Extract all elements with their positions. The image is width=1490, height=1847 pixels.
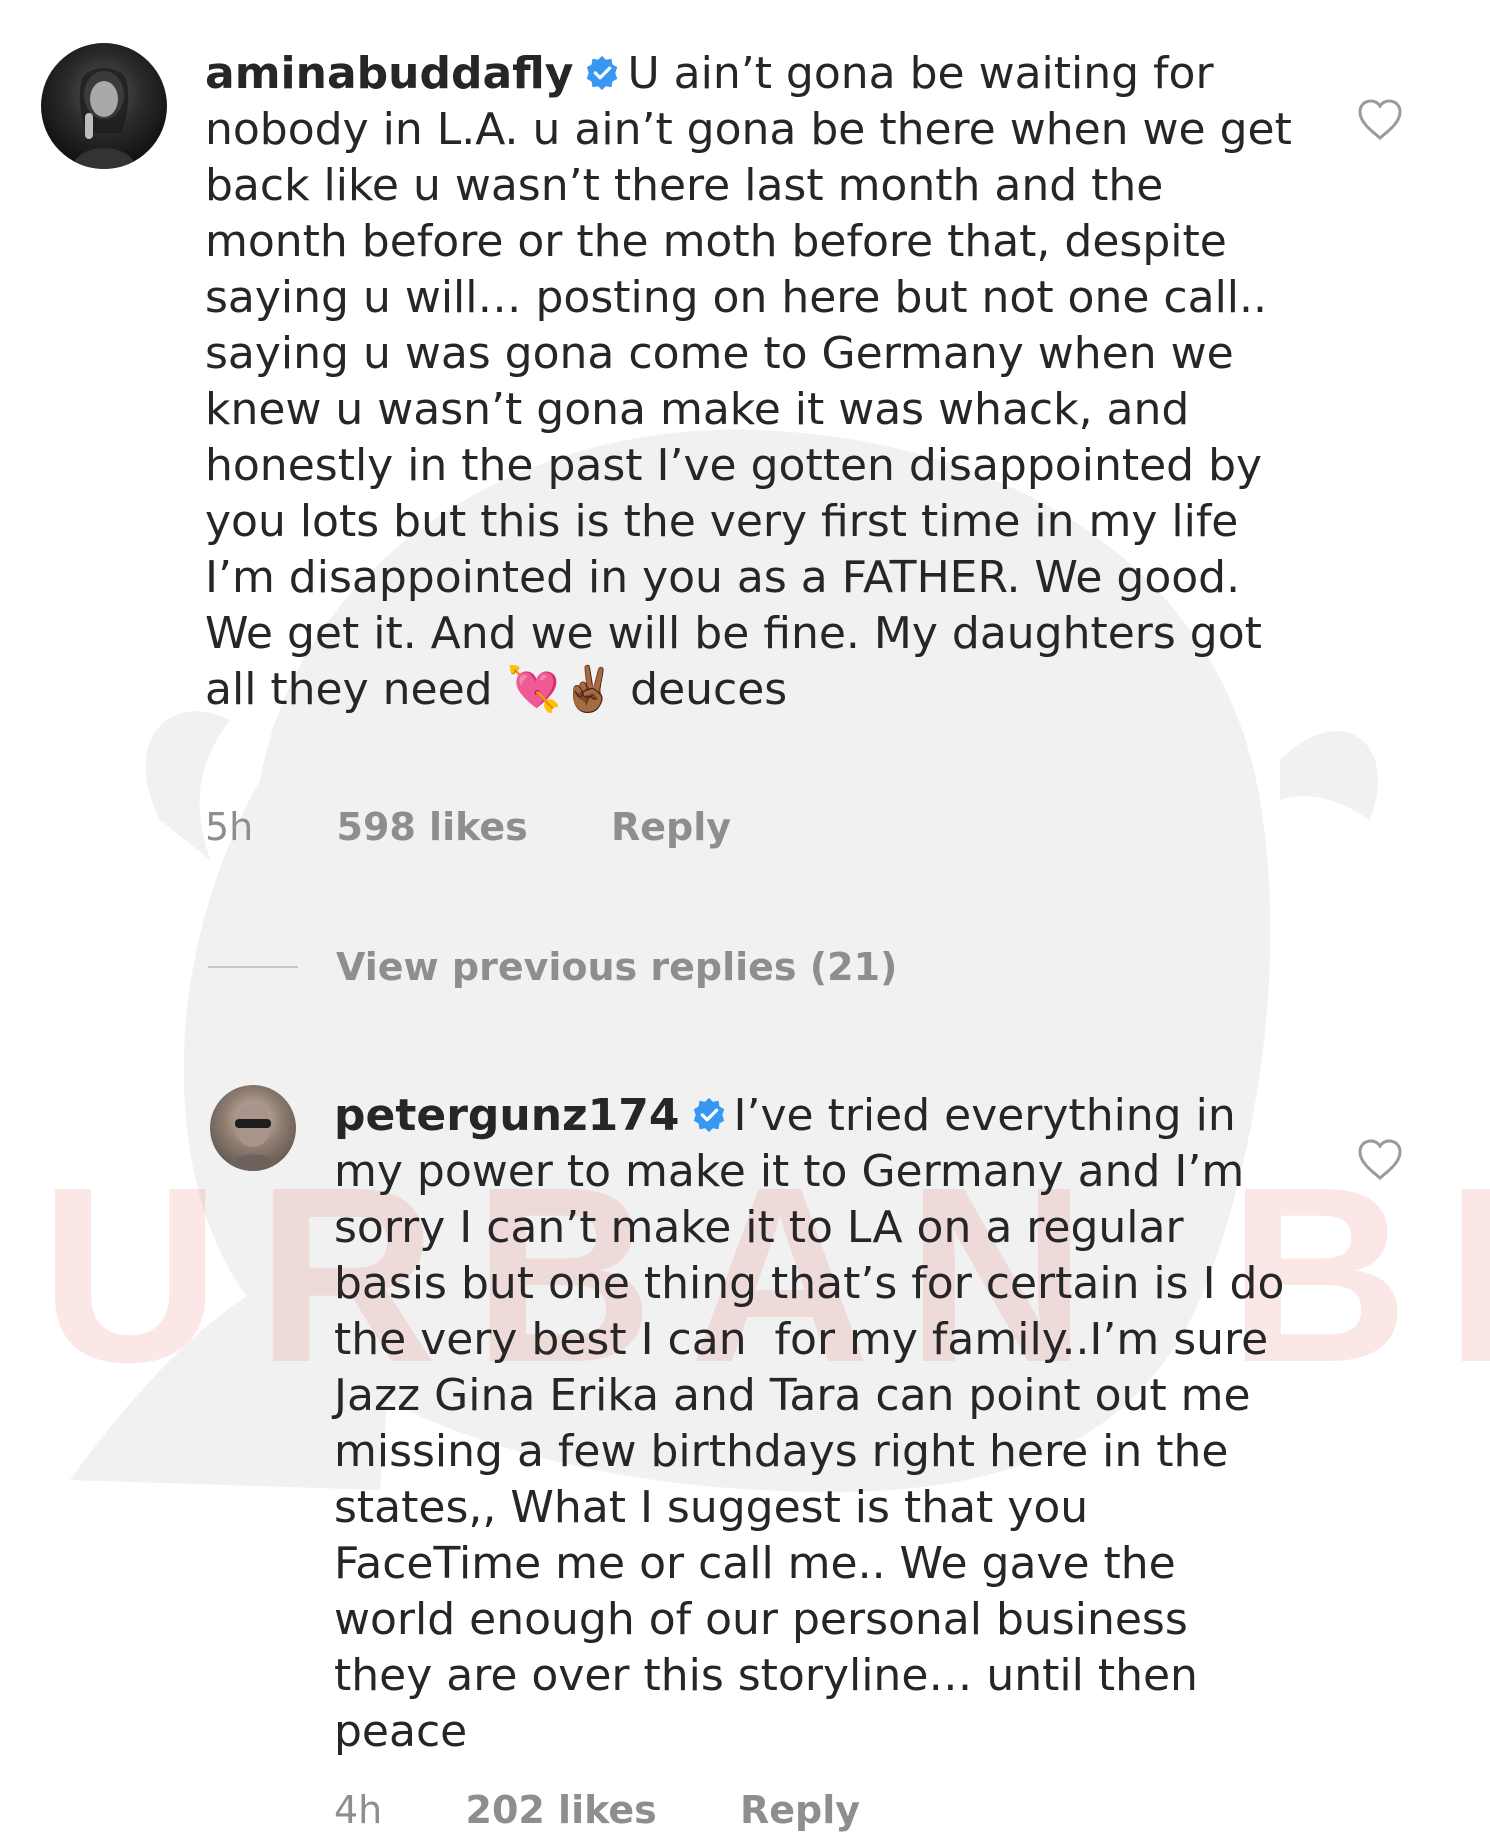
avatar-photo — [224, 1103, 282, 1171]
comment-text: petergunz174 I’ve tried everything in my … — [334, 1088, 1294, 1760]
reply-button[interactable]: Reply — [740, 1788, 860, 1832]
heart-outline-icon — [1358, 99, 1402, 141]
comment-body: U ain’t gona be waiting for nobody in L.… — [205, 48, 1306, 715]
likes-count[interactable]: 598 likes — [337, 805, 528, 849]
comment-meta: 4h 202 likes Reply — [334, 1788, 860, 1832]
verified-badge-icon — [583, 54, 621, 92]
username[interactable]: petergunz174 — [334, 1090, 680, 1141]
comment-body: I’ve tried everything in my power to mak… — [334, 1090, 1299, 1757]
avatar[interactable] — [210, 1085, 296, 1171]
verified-badge-icon — [690, 1096, 728, 1134]
avatar[interactable] — [41, 43, 167, 169]
divider — [208, 966, 298, 968]
comment-text: aminabuddafly U ain’t gona be waiting for… — [205, 46, 1295, 718]
view-previous-replies-button[interactable]: View previous replies (21) — [208, 945, 897, 989]
comment-meta: 5h 598 likes Reply — [205, 805, 731, 849]
view-replies-label: View previous replies (21) — [336, 945, 898, 989]
likes-count[interactable]: 202 likes — [466, 1788, 657, 1832]
comment-age: 4h — [334, 1788, 383, 1832]
reply-button[interactable]: Reply — [611, 805, 731, 849]
avatar-photo — [71, 68, 137, 169]
comment-age: 5h — [205, 805, 254, 849]
username[interactable]: aminabuddafly — [205, 48, 573, 99]
like-button[interactable] — [1356, 98, 1404, 142]
like-button[interactable] — [1356, 1138, 1404, 1182]
heart-outline-icon — [1358, 1139, 1402, 1181]
